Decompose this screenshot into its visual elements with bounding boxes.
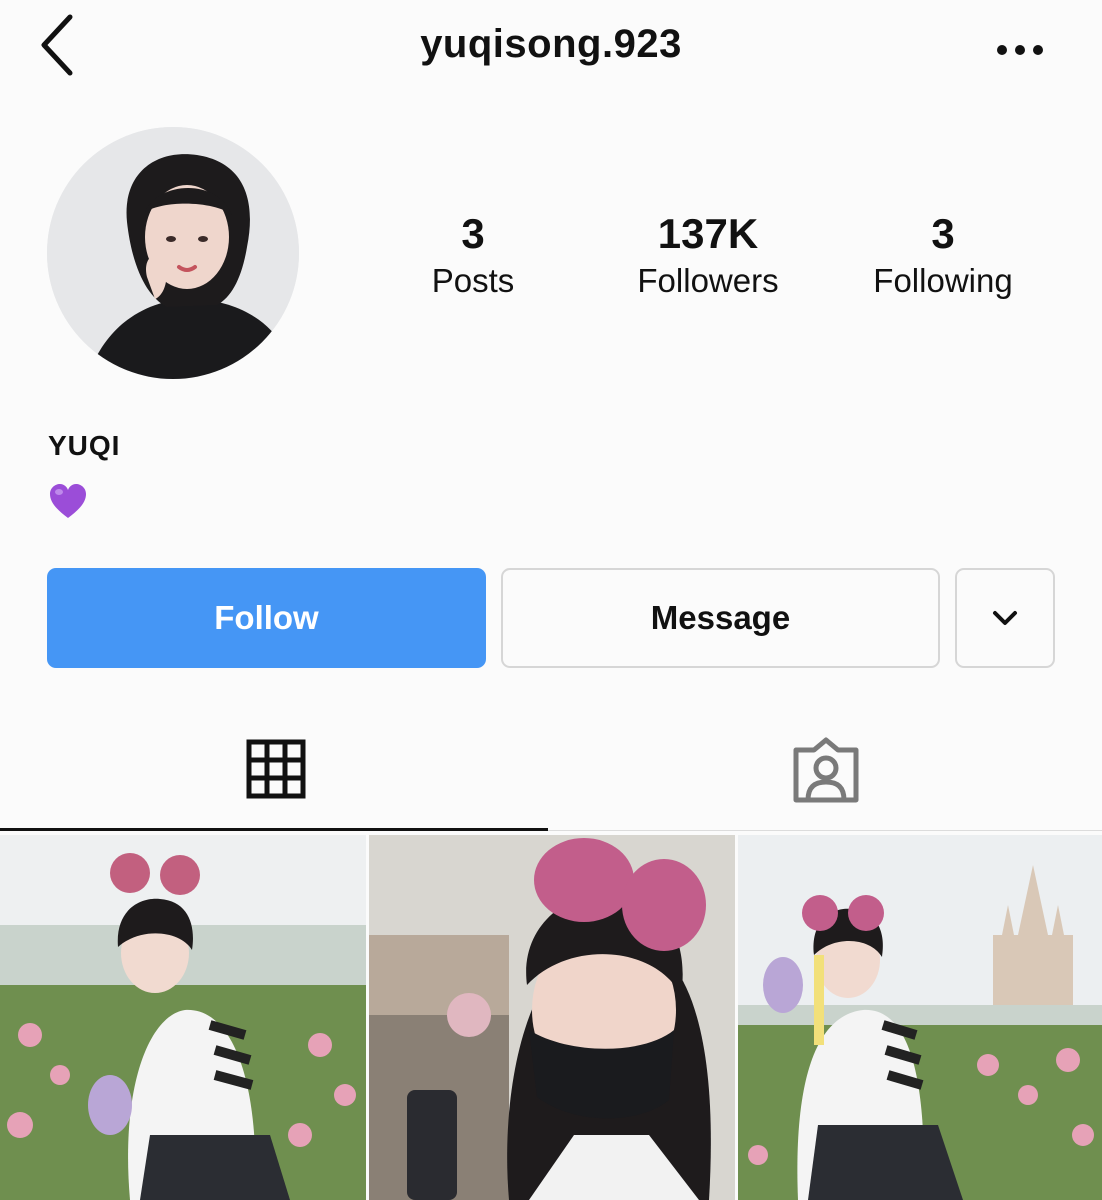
stat-followers[interactable]: 137K Followers bbox=[598, 208, 818, 302]
stat-posts[interactable]: 3 Posts bbox=[363, 208, 583, 302]
tab-tagged[interactable] bbox=[551, 720, 1102, 832]
stat-following[interactable]: 3 Following bbox=[833, 208, 1053, 302]
post-thumbnail[interactable] bbox=[738, 835, 1102, 1200]
grid-icon bbox=[246, 739, 306, 799]
chevron-down-icon bbox=[993, 611, 1017, 625]
message-button[interactable]: Message bbox=[501, 568, 940, 668]
tagged-person-icon bbox=[793, 737, 859, 803]
profile-display-name: YUQI bbox=[48, 430, 121, 461]
purple-heart-icon bbox=[48, 482, 88, 522]
followers-label: Followers bbox=[637, 262, 779, 299]
top-navigation-bar: yuqisong.923 bbox=[0, 0, 1102, 100]
avatar-photo bbox=[47, 127, 299, 379]
post-thumbnail[interactable] bbox=[369, 835, 735, 1200]
following-count: 3 bbox=[931, 210, 955, 257]
posts-label: Posts bbox=[431, 262, 515, 299]
more-options-button[interactable] bbox=[990, 30, 1050, 70]
follow-button[interactable]: Follow bbox=[47, 568, 486, 668]
selected-tab-indicator bbox=[0, 828, 548, 831]
tab-posts-grid[interactable] bbox=[0, 720, 551, 832]
post-thumbnail[interactable] bbox=[0, 835, 366, 1200]
post-image bbox=[0, 835, 366, 1200]
following-label: Following bbox=[873, 262, 1013, 299]
posts-count: 3 bbox=[461, 210, 485, 257]
post-image bbox=[369, 835, 735, 1200]
profile-avatar[interactable] bbox=[47, 127, 299, 379]
profile-username: yuqisong.923 bbox=[420, 22, 682, 66]
suggested-accounts-button[interactable] bbox=[955, 568, 1055, 668]
post-image bbox=[738, 835, 1102, 1200]
tab-divider bbox=[548, 830, 1102, 831]
followers-count: 137K bbox=[657, 210, 759, 257]
more-horizontal-icon bbox=[997, 45, 1043, 55]
